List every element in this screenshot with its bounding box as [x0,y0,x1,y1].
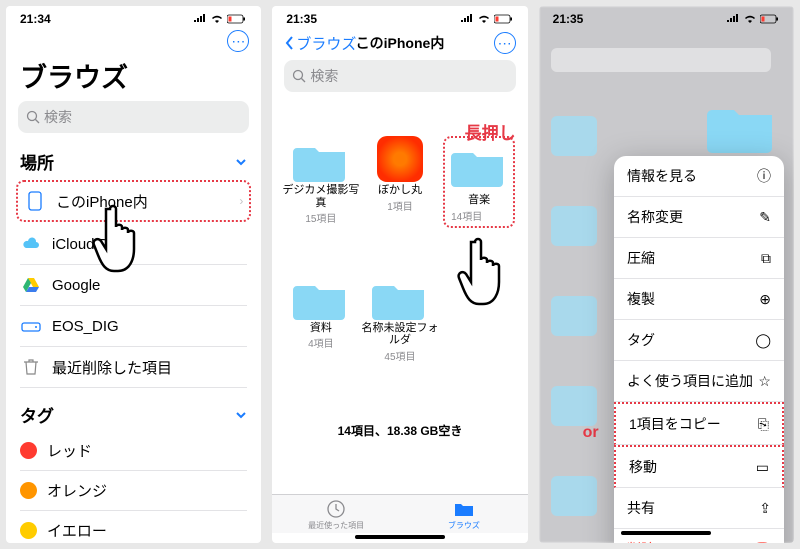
tab-browse[interactable]: ブラウズ [400,495,528,533]
location-row-eos[interactable]: EOS_DIG [20,306,247,347]
location-row-icloud[interactable]: iCloud D [20,224,247,265]
folder-item[interactable]: ぼかし丸 1項目 [361,136,438,228]
ctx-favorite[interactable]: よく使う項目に追加☆ [614,361,784,402]
folder-icon [372,274,428,320]
status-icons [726,14,780,24]
status-time: 21:34 [20,12,51,26]
more-button[interactable]: ⋯ [227,30,249,52]
folder-icon [293,136,349,182]
tag-row-orange[interactable]: オレンジ [20,471,247,511]
folder-item[interactable]: デジカメ撮影写真 15項目 [282,136,359,228]
folder-item[interactable]: 名称未設定フォルダ 45項目 [361,274,438,363]
iphone-icon [24,190,46,212]
share-icon: ⇪ [759,500,771,517]
app-icon [377,136,423,182]
ctx-compress[interactable]: 圧縮⧉ [614,238,784,279]
status-time: 21:35 [286,12,317,26]
ctx-rename[interactable]: 名称変更✎ [614,197,784,238]
status-bar: 21:34 [6,6,261,28]
home-indicator [355,535,445,539]
ctx-info[interactable]: 情報を見るⓘ [614,156,784,197]
tag-dot [20,482,37,499]
chevron-down-icon [235,409,247,421]
search-icon [292,69,306,83]
location-row-oniphone[interactable]: このiPhone内 › [20,183,247,219]
section-header-locations[interactable]: 場所 [20,143,247,178]
callout-or: or [583,424,599,442]
battery-icon [227,14,247,24]
status-icons [193,14,247,24]
section-header-tags[interactable]: タグ [20,396,247,431]
tab-recent[interactable]: 最近使った項目 [272,495,400,533]
ctx-share[interactable]: 共有⇪ [614,488,784,529]
search-input[interactable]: 検索 [18,101,249,133]
tag-row-red[interactable]: レッド [20,431,247,471]
chevron-right-icon: › [239,194,243,208]
tab-bar: 最近使った項目 ブラウズ [272,494,527,533]
back-button[interactable]: ブラウズ [284,33,356,54]
navbar: ⋯ [6,28,261,56]
folder-icon: ▭ [756,459,769,476]
nav-title: このiPhone内 [356,33,445,53]
info-icon: ⓘ [757,166,771,186]
page-title: ブラウズ [6,56,261,101]
status-time: 21:35 [553,12,584,26]
trash-icon: 🗑 [753,541,771,544]
ctx-tag[interactable]: タグ◯ [614,320,784,361]
pencil-icon: ✎ [759,209,771,226]
copy-icon: ⎘ [758,416,769,433]
search-icon [26,110,40,124]
screen-browse: 21:34 ⋯ ブラウズ 検索 場所 このiPhone内 › iCloud D [6,6,261,543]
screen-context-menu: 21:35 or 情報を見るⓘ 名称変更✎ 圧縮⧉ 複製⊕ タグ◯ よく使う項目… [539,6,794,543]
star-icon: ☆ [758,373,771,390]
folder-icon [453,499,475,519]
tag-row-yellow[interactable]: イエロー [20,511,247,543]
drive-icon [20,315,42,337]
folder-icon [451,141,507,187]
ctx-copy[interactable]: 1項目をコピー⎘ [614,402,784,445]
status-icons [460,14,514,24]
trash-icon [20,356,42,378]
search-placeholder: 検索 [44,107,72,127]
tag-icon: ◯ [755,332,771,349]
chevron-left-icon [284,35,294,51]
folder-icon [293,274,349,320]
chevron-down-icon [235,156,247,168]
location-row-google[interactable]: Google [20,265,247,306]
duplicate-icon: ⊕ [759,291,771,308]
footer-status: 14項目、18.38 GB空き [272,410,527,447]
folder-item-music[interactable]: 音楽 14項目 [441,136,518,228]
screen-folder-grid: 21:35 ブラウズ このiPhone内 ⋯ 検索 長押し デジカメ撮影写真 1… [272,6,527,543]
tag-dot [20,522,37,539]
archive-icon: ⧉ [761,250,771,267]
folder-grid: デジカメ撮影写真 15項目 ぼかし丸 1項目 音楽 14項目 資料 4項目 名称… [272,136,527,363]
context-menu: 情報を見るⓘ 名称変更✎ 圧縮⧉ 複製⊕ タグ◯ よく使う項目に追加☆ 1項目を… [614,156,784,543]
more-button[interactable]: ⋯ [494,32,516,54]
signal-icon [193,14,207,24]
search-input[interactable]: 検索 [284,60,515,92]
ctx-move[interactable]: 移動▭ [614,445,784,488]
navbar: ブラウズ このiPhone内 ⋯ [272,28,527,60]
ctx-duplicate[interactable]: 複製⊕ [614,279,784,320]
locations-section: 場所 このiPhone内 › iCloud D Google EOS_DIG 最… [6,143,261,543]
callout-longpress: 長押し [465,119,516,144]
clock-icon [325,499,347,519]
selected-folder-icon [706,96,776,154]
status-bar: 21:35 [539,6,794,28]
cloud-icon [20,233,42,255]
wifi-icon [210,14,224,24]
folder-item[interactable]: 資料 4項目 [282,274,359,363]
status-bar: 21:35 [272,6,527,28]
home-indicator [621,531,711,535]
tag-dot [20,442,37,459]
googledrive-icon [20,274,42,296]
location-row-deleted[interactable]: 最近削除した項目 [20,347,247,388]
